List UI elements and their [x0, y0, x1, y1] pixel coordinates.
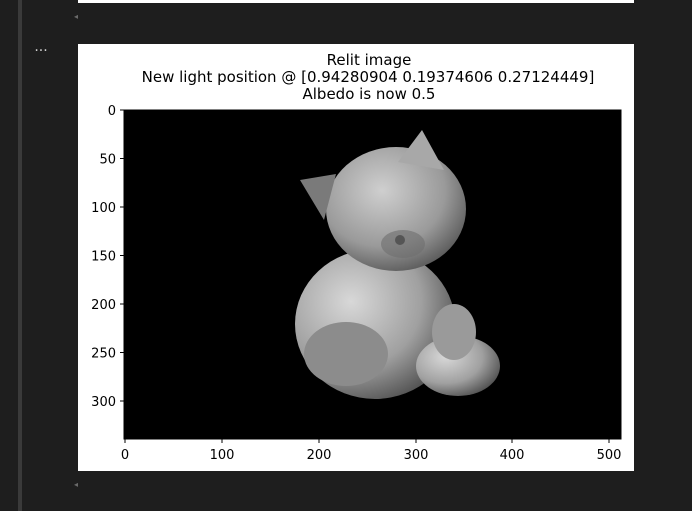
x-tick-label: 400: [500, 448, 525, 463]
figure-output: Relit image New light position @ [0.9428…: [78, 44, 634, 471]
y-tick-label: 300: [91, 395, 116, 410]
x-tick-label: 200: [307, 448, 332, 463]
x-tick-label: 500: [597, 448, 622, 463]
y-tick-label: 150: [91, 250, 116, 265]
y-axis: 0 50 100 150 200 250 300: [91, 104, 124, 410]
figure-plot: 0 50 100 150 200 250 300 0 100 200 300 4…: [91, 104, 622, 463]
y-tick-label: 250: [91, 347, 116, 362]
scroll-left-arrow-icon[interactable]: ◂: [74, 481, 82, 489]
x-axis: 0 100 200 300 400 500: [121, 439, 622, 463]
previous-output-area: [78, 0, 634, 3]
x-tick-label: 100: [210, 448, 235, 463]
x-tick-label: 0: [121, 448, 129, 463]
output-collapse-toggle[interactable]: ...: [32, 40, 50, 56]
y-tick-label: 0: [108, 104, 116, 119]
y-tick-label: 100: [91, 201, 116, 216]
x-tick-label: 300: [404, 448, 429, 463]
y-tick-label: 200: [91, 298, 116, 313]
cell-selection-border: [18, 0, 22, 511]
scroll-left-arrow-icon[interactable]: ◂: [74, 13, 82, 21]
y-tick-label: 50: [99, 153, 116, 168]
